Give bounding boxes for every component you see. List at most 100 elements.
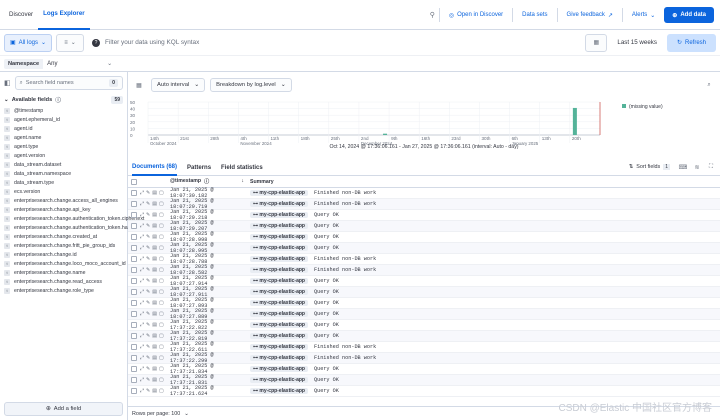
legend-label[interactable]: (missing value) — [629, 104, 663, 110]
histogram-bar[interactable] — [383, 133, 388, 135]
expand-icon[interactable]: ⤢ — [140, 355, 144, 361]
service-badge[interactable]: ⊶ my-cpp-elastic-app — [250, 289, 308, 295]
row-checkbox[interactable] — [131, 388, 137, 394]
stacktrace-icon[interactable]: ▤ — [152, 333, 157, 339]
tab-documents[interactable]: Documents (68) — [132, 160, 178, 176]
stacktrace-icon[interactable]: ▤ — [152, 201, 157, 207]
column-timestamp[interactable]: @timestamp ⓘ ↓ — [170, 178, 250, 185]
pin-icon[interactable]: ✎ — [146, 245, 150, 251]
stacktrace-icon[interactable]: ▤ — [152, 278, 157, 284]
field-item[interactable]: t enterprisesearch.change.access_all_engi… — [0, 196, 127, 205]
expand-icon[interactable]: ⤢ — [140, 190, 144, 196]
table-row[interactable]: ⤢ ✎ ▤ ▢ Jan 21, 2025 @ 17:37:21.624 ⊶ my-cpp-… — [128, 385, 720, 397]
field-item[interactable]: t enterprisesearch.change.fritt_pie_group… — [0, 241, 127, 250]
service-badge[interactable]: ⊶ my-cpp-elastic-app — [250, 344, 308, 350]
service-badge[interactable]: ⊶ my-cpp-elastic-app — [250, 267, 308, 273]
expand-icon[interactable]: ⤢ — [140, 289, 144, 295]
stacktrace-icon[interactable]: ▤ — [152, 234, 157, 240]
pin-icon[interactable]: ✎ — [146, 267, 150, 273]
field-item[interactable]: t enterprisesearch.change.loco_moco_accou… — [0, 259, 127, 268]
expand-icon[interactable]: ⤢ — [140, 322, 144, 328]
alerts-menu[interactable]: Alerts ⌄ — [627, 12, 660, 19]
field-item[interactable]: t enterprisesearch.change.authentication_… — [0, 223, 133, 232]
stacktrace-icon[interactable]: ▤ — [152, 322, 157, 328]
row-checkbox[interactable] — [131, 267, 137, 273]
row-checkbox[interactable] — [131, 333, 137, 339]
service-badge[interactable]: ⊶ my-cpp-elastic-app — [250, 366, 308, 372]
field-item[interactable]: t agent.type — [0, 142, 127, 151]
field-item[interactable]: t enterprisesearch.change.name — [0, 268, 127, 277]
expand-icon[interactable]: ⤢ — [140, 311, 144, 317]
pin-icon[interactable]: ✎ — [146, 344, 150, 350]
data-view-selector[interactable]: ▣ All logs ⌄ — [4, 33, 53, 52]
stacktrace-icon[interactable]: ▤ — [152, 377, 157, 383]
kql-search-input[interactable]: ? Filter your data using KQL syntax — [88, 34, 581, 52]
expand-icon[interactable]: ⤢ — [140, 300, 144, 306]
stacktrace-icon[interactable]: ▤ — [152, 212, 157, 218]
expand-icon[interactable]: ⤢ — [140, 223, 144, 229]
density-icon[interactable]: ≋ — [692, 162, 702, 172]
row-checkbox[interactable] — [131, 311, 137, 317]
row-checkbox[interactable] — [131, 201, 137, 207]
stacktrace-icon[interactable]: ▤ — [152, 366, 157, 372]
row-checkbox[interactable] — [131, 344, 137, 350]
row-checkbox[interactable] — [131, 289, 137, 295]
service-badge[interactable]: ⊶ my-cpp-elastic-app — [250, 278, 308, 284]
expand-icon[interactable]: ⤢ — [140, 256, 144, 262]
service-badge[interactable]: ⊶ my-cpp-elastic-app — [250, 234, 308, 240]
column-summary[interactable]: Summary — [250, 179, 720, 185]
service-badge[interactable]: ⊶ my-cpp-elastic-app — [250, 322, 308, 328]
expand-icon[interactable]: ⤢ — [140, 333, 144, 339]
document-icon[interactable]: ▢ — [159, 344, 164, 350]
pin-icon[interactable]: ✎ — [146, 289, 150, 295]
field-item[interactable]: t enterprisesearch.change.id — [0, 250, 127, 259]
pin-icon[interactable]: ✎ — [146, 212, 150, 218]
chevron-down-icon[interactable]: ⌄ — [107, 60, 112, 67]
field-item[interactable]: t data_stream.dataset — [0, 160, 127, 169]
refresh-button[interactable]: ↻ Refresh — [666, 33, 716, 52]
tab-discover[interactable]: Discover — [4, 0, 38, 30]
pin-icon[interactable]: ✎ — [146, 322, 150, 328]
row-checkbox[interactable] — [131, 190, 137, 196]
field-item[interactable]: t agent.name — [0, 133, 127, 142]
interval-select[interactable]: Auto interval ⌄ — [151, 78, 206, 92]
namespace-select[interactable]: Any — [43, 59, 103, 69]
document-icon[interactable]: ▢ — [159, 223, 164, 229]
date-picker-button[interactable]: ▦ — [585, 33, 608, 52]
document-icon[interactable]: ▢ — [159, 234, 164, 240]
row-checkbox[interactable] — [131, 256, 137, 262]
stacktrace-icon[interactable]: ▤ — [152, 245, 157, 251]
inspect-icon[interactable]: ⌕ — [702, 78, 716, 92]
fullscreen-icon[interactable]: ⛶ — [706, 162, 716, 172]
document-icon[interactable]: ▢ — [159, 311, 164, 317]
pin-icon[interactable]: ✎ — [146, 190, 150, 196]
field-item[interactable]: t @timestamp — [0, 106, 127, 115]
expand-icon[interactable]: ⤢ — [140, 234, 144, 240]
field-item[interactable]: t agent.id — [0, 124, 127, 133]
field-item[interactable]: t enterprisesearch.change.api_key — [0, 205, 127, 214]
keyboard-icon[interactable]: ⌨ — [678, 162, 688, 172]
expand-icon[interactable]: ⤢ — [140, 201, 144, 207]
expand-icon[interactable]: ⤢ — [140, 344, 144, 350]
field-item[interactable]: t data_stream.namespace — [0, 169, 127, 178]
row-checkbox[interactable] — [131, 322, 137, 328]
service-badge[interactable]: ⊶ my-cpp-elastic-app — [250, 300, 308, 306]
pin-icon[interactable]: ✎ — [146, 355, 150, 361]
stacktrace-icon[interactable]: ▤ — [152, 388, 157, 394]
expand-icon[interactable]: ⤢ — [140, 245, 144, 251]
histogram-bar[interactable] — [572, 107, 577, 135]
document-icon[interactable]: ▢ — [159, 278, 164, 284]
stacktrace-icon[interactable]: ▤ — [152, 355, 157, 361]
tab-logs-explorer[interactable]: Logs Explorer — [38, 0, 90, 30]
row-checkbox[interactable] — [131, 355, 137, 361]
service-badge[interactable]: ⊶ my-cpp-elastic-app — [250, 333, 308, 339]
service-badge[interactable]: ⊶ my-cpp-elastic-app — [250, 377, 308, 383]
stacktrace-icon[interactable]: ▤ — [152, 256, 157, 262]
row-checkbox[interactable] — [131, 377, 137, 383]
pin-icon[interactable]: ✎ — [146, 201, 150, 207]
rows-per-page-select[interactable]: Rows per page: 100 — [132, 411, 180, 417]
service-badge[interactable]: ⊶ my-cpp-elastic-app — [250, 256, 308, 262]
breakdown-select[interactable]: Breakdown by log.level ⌄ — [210, 78, 292, 92]
stacktrace-icon[interactable]: ▤ — [152, 267, 157, 273]
pin-icon[interactable]: ✎ — [146, 278, 150, 284]
